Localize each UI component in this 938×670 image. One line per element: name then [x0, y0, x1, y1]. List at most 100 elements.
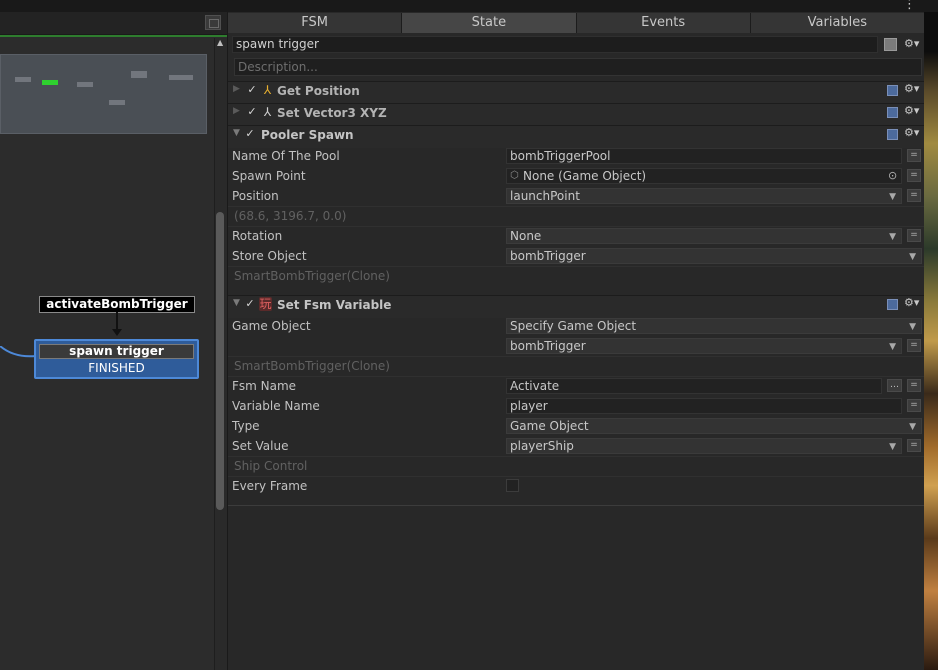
playmaker-icon: 玩 — [259, 297, 272, 311]
field-game-object-readout: SmartBombTrigger(Clone) — [228, 356, 925, 376]
global-event-label[interactable]: activateBombTrigger — [39, 296, 195, 313]
position-value: launchPoint — [510, 189, 580, 203]
variable-toggle-icon[interactable]: = — [907, 229, 921, 242]
tab-fsm[interactable]: FSM — [228, 13, 403, 33]
action-settings-gear-icon[interactable]: ⚙▾ — [904, 82, 919, 95]
game-object-mode-value: Specify Game Object — [510, 319, 637, 333]
action-docs-icon[interactable] — [887, 129, 898, 140]
graph-scroll-thumb[interactable] — [216, 212, 224, 510]
graph-toolbar — [0, 12, 227, 35]
game-object-variable-dropdown[interactable]: bombTrigger ▼ — [506, 338, 902, 354]
tab-state[interactable]: State — [402, 13, 577, 33]
tab-variables[interactable]: Variables — [750, 13, 925, 33]
game-object-value: bombTrigger — [510, 339, 586, 353]
field-name-of-pool: Name Of The Pool bombTriggerPool = — [228, 146, 925, 166]
rotation-value: None — [510, 229, 542, 243]
state-color-swatch[interactable] — [884, 38, 897, 51]
state-description-input[interactable]: Description... — [234, 58, 922, 76]
state-settings-gear-icon[interactable]: ⚙▾ — [904, 37, 919, 50]
action-docs-icon[interactable] — [887, 299, 898, 310]
every-frame-checkbox[interactable] — [506, 479, 519, 492]
graph-minimap[interactable] — [0, 54, 207, 134]
variable-toggle-icon[interactable]: = — [907, 189, 921, 202]
expand-triangle-icon[interactable]: ▼ — [233, 128, 240, 138]
action-enabled-checkbox[interactable]: ✓ — [246, 106, 258, 118]
action-set-fsm-variable[interactable]: ▼ ✓ 玩 Set Fsm Variable ⚙▾ — [228, 295, 925, 318]
action-title[interactable]: Pooler Spawn — [261, 128, 354, 142]
actions-end-divider — [228, 505, 925, 506]
row-divider — [228, 476, 925, 477]
field-label: Rotation — [232, 229, 283, 243]
state-node-event[interactable]: FINISHED — [39, 361, 194, 375]
action-enabled-checkbox[interactable]: ✓ — [244, 128, 256, 140]
action-settings-gear-icon[interactable]: ⚙▾ — [904, 104, 919, 117]
dropdown-caret-icon: ▼ — [889, 342, 896, 352]
rotation-variable-dropdown[interactable]: None ▼ — [506, 228, 902, 244]
minimap-toggle-icon[interactable] — [205, 15, 221, 30]
variable-toggle-icon[interactable]: = — [907, 379, 921, 392]
minimap-node — [77, 82, 93, 87]
variable-name-input[interactable]: player — [506, 398, 902, 414]
dropdown-caret-icon: ▼ — [909, 322, 916, 332]
action-docs-icon[interactable] — [887, 85, 898, 96]
fsm-graph-panel[interactable]: ▲ activateBombTrigger spawn trigger FINI… — [0, 12, 227, 670]
graph-active-border — [0, 35, 227, 37]
field-store-object: Store Object bombTrigger ▼ — [228, 246, 925, 266]
store-object-variable-dropdown[interactable]: bombTrigger ▼ — [506, 248, 922, 264]
action-settings-gear-icon[interactable]: ⚙▾ — [904, 126, 919, 139]
store-object-readout: SmartBombTrigger(Clone) — [234, 269, 390, 283]
name-of-pool-input[interactable]: bombTriggerPool — [506, 148, 902, 164]
action-title[interactable]: Get Position — [277, 84, 360, 98]
object-picker-icon[interactable]: ⊙ — [888, 169, 897, 182]
action-title[interactable]: Set Fsm Variable — [277, 298, 391, 312]
field-label: Store Object — [232, 249, 307, 263]
transition-arrow-head — [112, 329, 122, 336]
action-settings-gear-icon[interactable]: ⚙▾ — [904, 296, 919, 309]
scroll-up-icon[interactable]: ▲ — [217, 38, 223, 47]
action-enabled-checkbox[interactable]: ✓ — [244, 298, 256, 310]
collapse-triangle-icon[interactable]: ▶ — [233, 106, 240, 116]
action-enabled-checkbox[interactable]: ✓ — [246, 84, 258, 96]
state-node-spawn-trigger[interactable]: spawn trigger FINISHED — [34, 339, 199, 379]
field-label: Set Value — [232, 439, 289, 453]
row-divider — [228, 206, 925, 207]
field-label: Type — [232, 419, 260, 433]
variable-toggle-icon[interactable]: = — [907, 339, 921, 352]
field-set-value-readout: Ship Control — [228, 456, 925, 476]
fsm-name-input[interactable]: Activate — [506, 378, 882, 394]
field-rotation: Rotation None ▼ = — [228, 226, 925, 246]
more-options-icon[interactable]: ⋮ — [903, 0, 916, 12]
variable-toggle-icon[interactable]: = — [907, 149, 921, 162]
variable-toggle-icon[interactable]: = — [907, 439, 921, 452]
action-title[interactable]: Set Vector3 XYZ — [277, 106, 387, 120]
tab-events[interactable]: Events — [576, 13, 751, 33]
action-set-vector3-xyz[interactable]: ▶ ✓ ⅄ Set Vector3 XYZ ⚙▾ — [228, 103, 925, 126]
dropdown-caret-icon: ▼ — [909, 252, 916, 262]
action-pooler-spawn[interactable]: ▼ ✓ Pooler Spawn ⚙▾ — [228, 125, 925, 148]
variable-toggle-icon[interactable]: = — [907, 399, 921, 412]
game-object-readout: SmartBombTrigger(Clone) — [234, 359, 390, 373]
variable-toggle-icon[interactable]: = — [907, 169, 921, 182]
state-name-input[interactable]: spawn trigger — [232, 36, 878, 53]
position-variable-dropdown[interactable]: launchPoint ▼ — [506, 188, 902, 204]
collapse-triangle-icon[interactable]: ▶ — [233, 84, 240, 94]
inspector-tabs: FSM State Events Variables — [228, 12, 925, 34]
expand-triangle-icon[interactable]: ▼ — [233, 298, 240, 308]
type-dropdown[interactable]: Game Object ▼ — [506, 418, 922, 434]
dropdown-caret-icon: ▼ — [889, 442, 896, 452]
store-object-value: bombTrigger — [510, 249, 586, 263]
set-value-variable-dropdown[interactable]: playerShip ▼ — [506, 438, 902, 454]
field-fsm-name: Fsm Name Activate … = — [228, 376, 925, 396]
minimap-node — [131, 71, 147, 78]
transform-axes-icon: ⅄ — [263, 83, 272, 97]
dropdown-caret-icon: ▼ — [889, 232, 896, 242]
action-get-position[interactable]: ▶ ✓ ⅄ Get Position ⚙▾ — [228, 81, 925, 104]
minimap-node — [109, 100, 125, 105]
row-divider — [228, 376, 925, 377]
state-inspector: FSM State Events Variables spawn trigger… — [227, 12, 925, 670]
fsm-browse-button[interactable]: … — [887, 379, 902, 392]
action-docs-icon[interactable] — [887, 107, 898, 118]
game-object-mode-dropdown[interactable]: Specify Game Object ▼ — [506, 318, 922, 334]
spawn-point-object-field[interactable]: ⬡ None (Game Object) — [506, 168, 902, 184]
set-value-readout: Ship Control — [234, 459, 308, 473]
